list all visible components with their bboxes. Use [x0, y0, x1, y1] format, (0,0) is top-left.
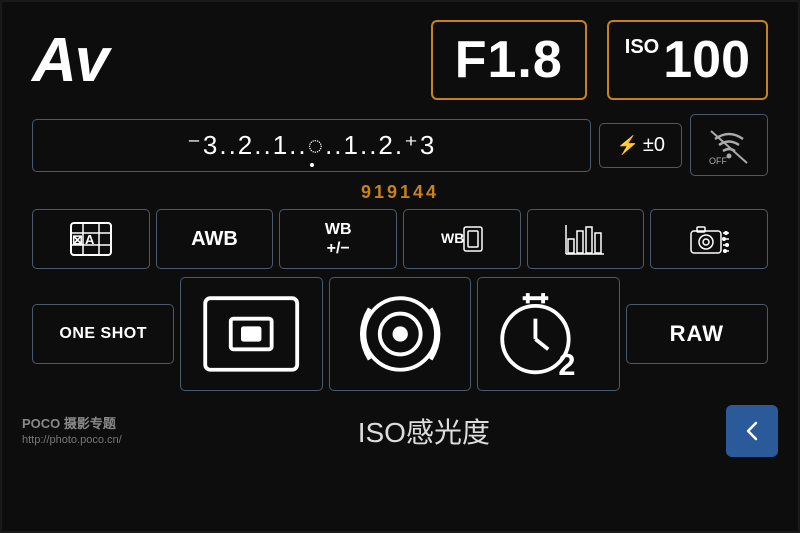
icon-row: ⊠ A AWB WB +/− WB: [12, 205, 788, 273]
flash-value: ±0: [643, 134, 665, 157]
camera-settings[interactable]: [650, 209, 768, 269]
bottom-row: ONE SHOT: [12, 273, 788, 395]
poco-url: http://photo.poco.cn/: [22, 433, 122, 448]
top-row: Av F1.8 ISO 100: [2, 2, 798, 110]
iso-value: 100: [663, 30, 750, 90]
status-bar: POCO 摄影专题 http://photo.poco.cn/ ISO感光度: [2, 395, 798, 465]
watermark: 919144: [2, 182, 798, 203]
metering-mode[interactable]: ⊠ A: [32, 209, 150, 269]
wb-bracketing[interactable]: WB: [403, 209, 521, 269]
wifi-setting[interactable]: OFF: [690, 114, 768, 176]
poco-title: POCO 摄影专题: [22, 415, 122, 433]
live-view-icon: [344, 288, 456, 380]
camera-screen: Av F1.8 ISO 100 ⁻3..2..1..◌..1..2.⁺3 ⚡ ±…: [0, 0, 800, 533]
exposure-text: ⁻3..2..1..◌..1..2.⁺3: [187, 130, 436, 160]
iso-label: ISO: [625, 36, 659, 59]
self-timer[interactable]: 2: [477, 277, 619, 391]
poco-logo: POCO 摄影专题 http://photo.poco.cn/: [22, 415, 122, 449]
image-quality-label: RAW: [670, 321, 724, 347]
picture-style[interactable]: [527, 209, 645, 269]
image-quality[interactable]: RAW: [626, 304, 768, 364]
af-mode[interactable]: ONE SHOT: [32, 304, 174, 364]
back-icon: [738, 417, 766, 445]
iso-display[interactable]: ISO 100: [607, 20, 768, 100]
exposure-scale[interactable]: ⁻3..2..1..◌..1..2.⁺3: [32, 119, 591, 172]
af-point-icon: [195, 288, 307, 380]
iso-footer-label: ISO感光度: [122, 411, 726, 451]
camera-settings-icon: [687, 221, 731, 257]
exposure-indicator: [310, 163, 314, 167]
wb-bracket-icon: WB: [440, 221, 484, 257]
af-mode-label: ONE SHOT: [59, 325, 147, 343]
wb-line1: WB: [325, 220, 352, 239]
shooting-mode: Av: [32, 25, 107, 96]
back-button[interactable]: [726, 405, 778, 457]
self-timer-icon: 2: [492, 288, 604, 380]
svg-text:WB: WB: [441, 230, 464, 246]
flash-icon: ⚡: [616, 135, 638, 156]
svg-text:OFF: OFF: [709, 156, 727, 165]
white-balance[interactable]: AWB: [156, 209, 274, 269]
wb-correction[interactable]: WB +/−: [279, 209, 397, 269]
svg-text:2: 2: [559, 348, 579, 380]
af-point[interactable]: [180, 277, 322, 391]
aperture-display[interactable]: F1.8: [431, 20, 587, 100]
wifi-off-icon: OFF: [705, 125, 753, 165]
flash-compensation[interactable]: ⚡ ±0: [599, 123, 682, 168]
awb-label: AWB: [191, 228, 238, 251]
svg-text:A: A: [85, 232, 95, 247]
live-view[interactable]: [329, 277, 471, 391]
picture-style-icon: [564, 221, 608, 257]
exposure-row: ⁻3..2..1..◌..1..2.⁺3 ⚡ ±0 OFF: [12, 110, 788, 180]
svg-text:⊠: ⊠: [72, 232, 83, 247]
metering-icon: ⊠ A: [69, 221, 113, 257]
wb-line2: +/−: [325, 239, 352, 258]
wb-correction-label: WB +/−: [325, 220, 352, 258]
